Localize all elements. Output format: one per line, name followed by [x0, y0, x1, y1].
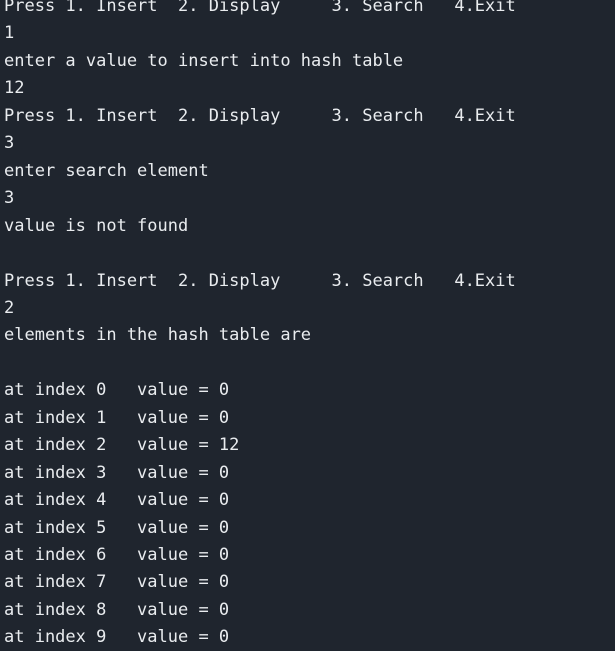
search-result-line: value is not found — [4, 215, 189, 236]
hash-entry-line: at index 1 value = 0 — [4, 407, 230, 428]
hash-entry-line: at index 9 value = 0 — [4, 627, 230, 648]
menu-prompt-line: Press 1. Insert 2. Display 3. Search 4.E… — [4, 270, 516, 291]
hash-entry-line: at index 8 value = 0 — [4, 599, 230, 620]
hash-entry-line: at index 4 value = 0 — [4, 490, 230, 511]
menu-prompt-line: Press 1. Insert 2. Display 3. Search 4.E… — [4, 105, 516, 126]
hash-entry-line: at index 0 value = 0 — [4, 380, 230, 401]
user-input-line: 3 — [4, 188, 15, 209]
user-input-line: 3 — [4, 133, 15, 154]
terminal-output: Press 1. Insert 2. Display 3. Search 4.E… — [0, 0, 615, 651]
user-input-line: 12 — [4, 78, 25, 99]
hash-entry-line: at index 2 value = 12 — [4, 435, 240, 456]
insert-prompt-line: enter a value to insert into hash table — [4, 50, 404, 71]
hash-entry-line: at index 5 value = 0 — [4, 517, 230, 538]
hash-entry-line: at index 3 value = 0 — [4, 462, 230, 483]
user-input-line: 1 — [4, 23, 15, 44]
search-prompt-line: enter search element — [4, 160, 209, 181]
display-header-line: elements in the hash table are — [4, 325, 312, 346]
hash-entry-line: at index 6 value = 0 — [4, 545, 230, 565]
user-input-line: 2 — [4, 297, 15, 318]
menu-prompt-line: Press 1. Insert 2. Display 3. Search 4.E… — [4, 0, 516, 16]
hash-entry-line: at index 7 value = 0 — [4, 572, 230, 593]
